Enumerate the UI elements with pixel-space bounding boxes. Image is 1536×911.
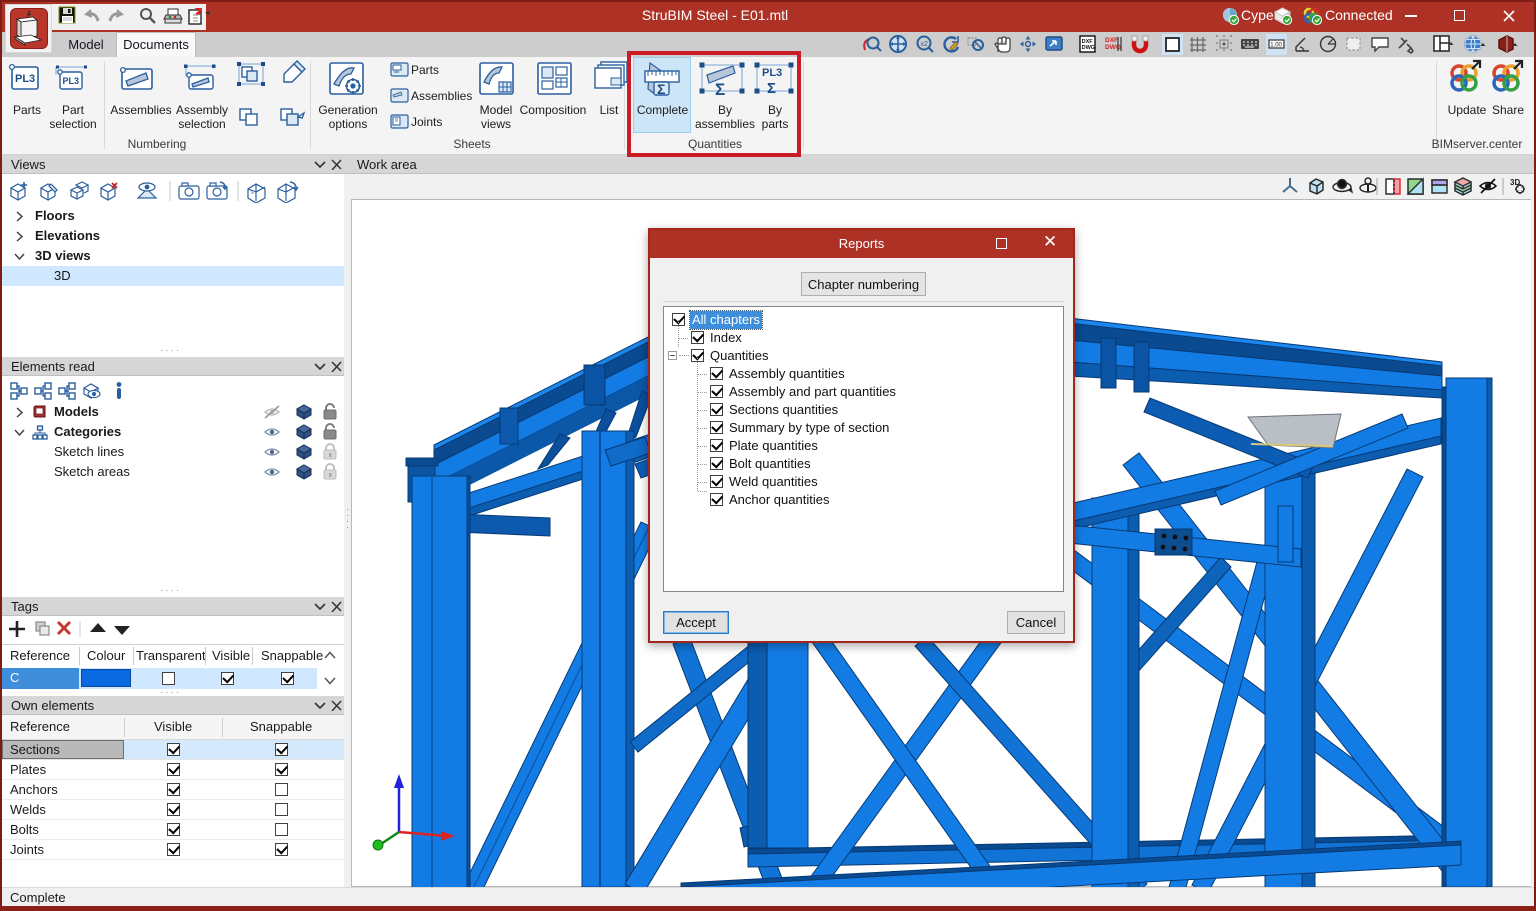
svg-text:1.00: 1.00: [1270, 43, 1282, 49]
svg-text:x2: x2: [921, 41, 929, 48]
svg-text:DXF: DXF: [1105, 37, 1118, 44]
svg-text:PL3: PL3: [15, 73, 35, 85]
svg-text:DWG: DWG: [1082, 45, 1095, 51]
svg-text:PL3: PL3: [63, 76, 80, 86]
